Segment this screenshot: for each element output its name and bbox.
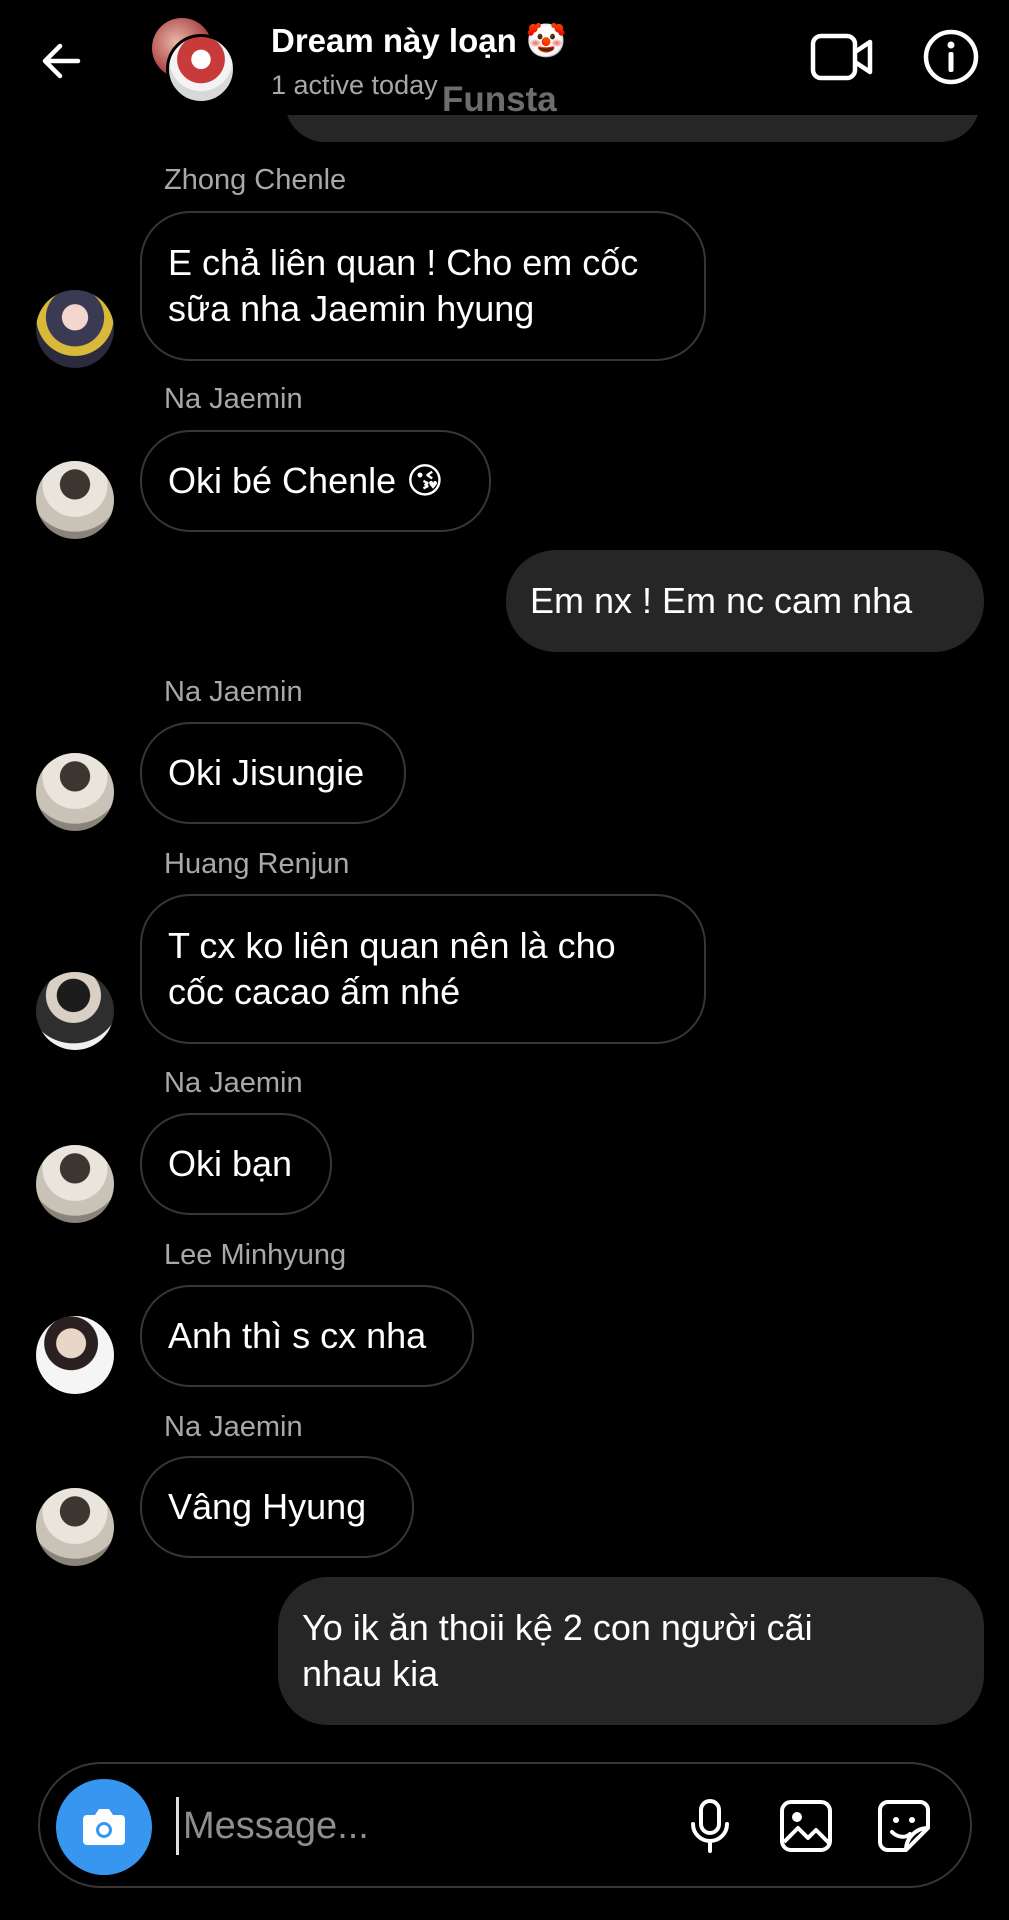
avatar[interactable]: [36, 972, 114, 1050]
chat-title[interactable]: Dream này loạn 🤡: [271, 22, 567, 61]
avatar[interactable]: [36, 461, 114, 539]
avatar[interactable]: [36, 1145, 114, 1223]
message-bubble[interactable]: E chả liên quan ! Cho em cốc sữa nha Jae…: [140, 211, 706, 361]
gallery-icon[interactable]: [776, 1796, 836, 1856]
message-bubble[interactable]: Oki Jisungie: [140, 722, 406, 824]
back-arrow-icon[interactable]: [36, 36, 86, 86]
camera-icon: [83, 1809, 125, 1845]
message-text: Oki Jisungie: [168, 752, 365, 793]
message-line: sữa nha Jaemin hyung: [168, 288, 535, 329]
active-status: 1 active today: [271, 70, 438, 100]
avatar[interactable]: [36, 1488, 114, 1566]
message-line: nhau kia: [302, 1653, 439, 1694]
message-text: Em nx ! Em nc cam nha: [530, 580, 913, 621]
message-bubble[interactable]: Anh thì s cx nha: [140, 1285, 474, 1387]
sender-name: Na Jaemin: [164, 1411, 303, 1443]
message-line: cốc cacao ấm nhé: [168, 971, 461, 1012]
message-text: Anh thì s cx nha: [168, 1315, 427, 1356]
sticker-icon[interactable]: [874, 1796, 934, 1856]
message-text: Vâng Hyung: [168, 1486, 367, 1527]
sender-name: Na Jaemin: [164, 1067, 303, 1099]
watermark: Funsta: [442, 80, 557, 119]
group-avatar[interactable]: [152, 18, 238, 104]
message-bubble[interactable]: Oki bé Chenle 😘: [140, 430, 491, 532]
sender-name: Zhong Chenle: [164, 164, 347, 196]
message-text: Oki bé Chenle 😘: [168, 460, 444, 501]
sender-name: Lee Minhyung: [164, 1239, 347, 1271]
outgoing-message-bubble[interactable]: Em nx ! Em nc cam nha: [506, 550, 984, 652]
outgoing-message-bubble[interactable]: Yo ik ăn thoii kệ 2 con người cãi nhau k…: [278, 1577, 984, 1725]
microphone-icon[interactable]: [680, 1796, 740, 1856]
sender-name: Na Jaemin: [164, 383, 303, 415]
avatar[interactable]: [36, 290, 114, 368]
info-icon[interactable]: [922, 28, 980, 86]
message-line: T cx ko liên quan nên là cho: [168, 925, 616, 966]
message-composer: [38, 1762, 972, 1888]
camera-button[interactable]: [56, 1779, 152, 1875]
sender-name: Huang Renjun: [164, 848, 350, 880]
avatar[interactable]: [36, 753, 114, 831]
message-bubble[interactable]: Oki bạn: [140, 1113, 332, 1215]
message-bubble[interactable]: T cx ko liên quan nên là cho cốc cacao ấ…: [140, 894, 706, 1044]
message-text: Oki bạn: [168, 1143, 293, 1184]
group-avatar-front: [166, 34, 236, 104]
avatar[interactable]: [36, 1316, 114, 1394]
video-call-icon[interactable]: [810, 30, 874, 86]
message-line: Yo ik ăn thoii kệ 2 con người cãi: [302, 1607, 813, 1648]
message-input[interactable]: [176, 1797, 676, 1855]
chat-header: Dream này loạn 🤡 1 active today Funsta: [0, 0, 1009, 119]
sender-name: Na Jaemin: [164, 676, 303, 708]
message-line: E chả liên quan ! Cho em cốc: [168, 242, 639, 283]
message-bubble[interactable]: Vâng Hyung: [140, 1456, 414, 1558]
